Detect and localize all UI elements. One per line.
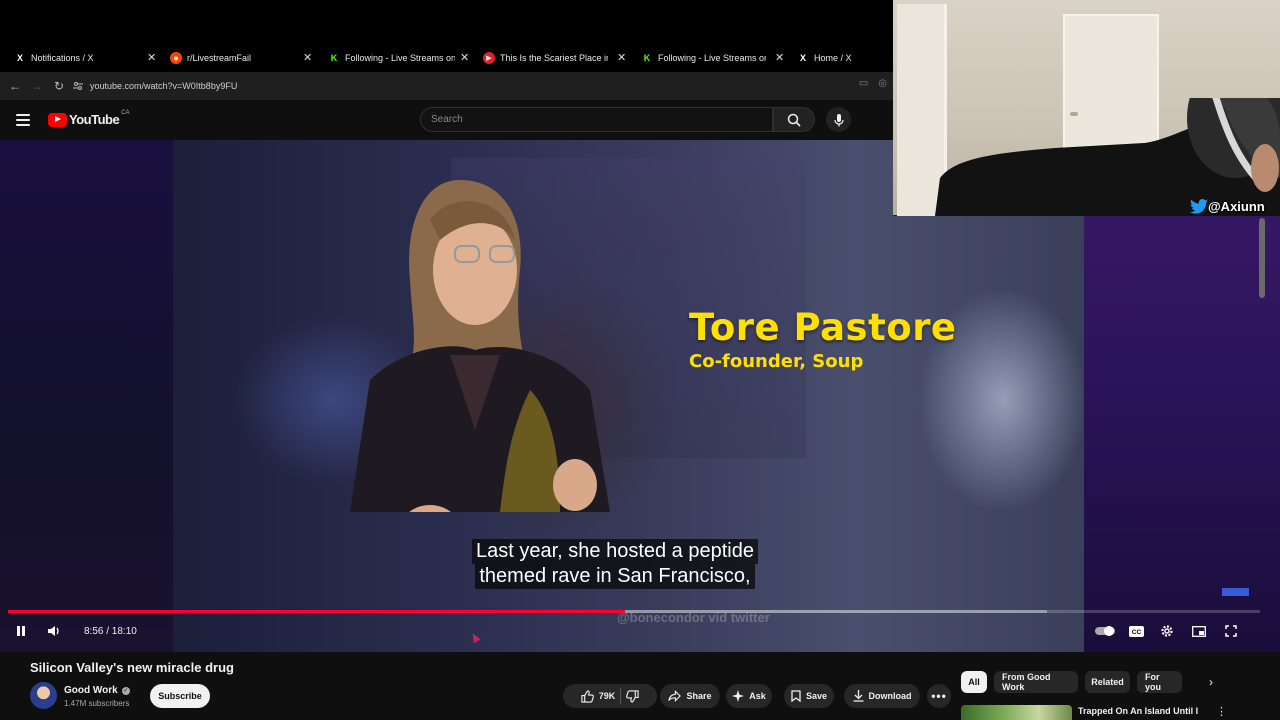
like-count[interactable]: 79K <box>599 691 616 701</box>
twitter-handle: @Axiunn <box>1208 199 1265 214</box>
download-icon <box>853 690 863 702</box>
video-letterbox-right <box>1084 140 1280 652</box>
fullscreen-button[interactable] <box>1222 622 1240 640</box>
save-button[interactable]: Save <box>784 684 834 708</box>
forward-arrow-icon[interactable]: → <box>26 75 48 97</box>
play-logo-icon <box>48 112 67 127</box>
twitter-handle-tag: @Axiunn <box>1190 199 1265 214</box>
channel-name[interactable]: Good Work ✓ <box>64 685 130 696</box>
pause-icon <box>17 626 25 636</box>
tab-livestreamfail[interactable]: ● r/LivestreamFail ✕ <box>170 49 315 67</box>
thumbs-down-icon[interactable] <box>626 689 639 703</box>
captions-button[interactable]: CC <box>1127 622 1145 640</box>
search-box <box>420 107 773 132</box>
thumbs-up-icon[interactable] <box>581 689 594 703</box>
corner-badge <box>1222 588 1249 596</box>
interviewee-figure <box>350 180 610 512</box>
voice-search-button[interactable] <box>826 107 851 132</box>
verified-check-icon: ✓ <box>121 686 130 695</box>
youtube-icon: ▶ <box>483 52 495 64</box>
close-icon[interactable]: ✕ <box>617 51 626 64</box>
chip-all[interactable]: All <box>961 671 987 693</box>
pause-button[interactable] <box>12 622 30 640</box>
kick-icon: K <box>330 53 338 63</box>
reddit-icon: ● <box>170 52 182 64</box>
recommendation-title[interactable]: Trapped On An Island Until I <box>1078 706 1198 716</box>
fullscreen-icon <box>1225 625 1237 637</box>
volume-button[interactable] <box>45 622 63 640</box>
progress-played <box>8 610 626 613</box>
x-icon: X <box>799 53 806 63</box>
autoplay-toggle[interactable] <box>1094 622 1116 640</box>
tab-scariest-place[interactable]: ▶ This Is the Scariest Place in The ✕ <box>483 49 627 67</box>
eye-off-icon[interactable]: ◎ <box>878 78 887 89</box>
time-display: 8:56 / 18:10 <box>84 626 137 637</box>
share-button[interactable]: Share <box>660 684 720 708</box>
miniplayer-icon <box>1192 625 1206 637</box>
back-arrow-icon[interactable]: ← <box>4 75 26 97</box>
tab-kick-following-2[interactable]: K Following - Live Streams on Kick ✕ <box>641 49 785 67</box>
lower-third-name-card: Tore Pastore Co-founder, Soup <box>689 306 957 372</box>
chip-from-good-work[interactable]: From Good Work <box>994 671 1078 693</box>
microphone-icon <box>833 113 844 126</box>
chip-for-you[interactable]: For you <box>1137 671 1182 693</box>
youtube-logo[interactable]: YouTube CA <box>48 110 130 127</box>
x-icon: X <box>16 53 23 63</box>
close-icon[interactable]: ✕ <box>775 51 784 64</box>
page-scrollbar[interactable] <box>1259 218 1265 298</box>
bookmark-icon <box>791 690 801 702</box>
caption-line-2: themed rave in San Francisco, <box>475 564 755 589</box>
close-icon[interactable]: ✕ <box>460 51 469 64</box>
twitter-bird-icon <box>1190 199 1208 214</box>
close-icon[interactable]: ✕ <box>147 51 156 64</box>
settings-button[interactable] <box>1158 622 1176 640</box>
address-bar: ← → ↻ youtube.com/watch?v=W0Itb8by9FU ▭ … <box>0 72 893 100</box>
more-actions-button[interactable]: ••• <box>927 684 951 708</box>
close-icon[interactable]: ✕ <box>303 51 312 64</box>
share-icon <box>668 690 682 702</box>
url-text[interactable]: youtube.com/watch?v=W0Itb8by9FU <box>90 81 237 91</box>
search-input[interactable] <box>421 108 772 131</box>
overlay-name: Tore Pastore <box>689 306 957 349</box>
chevron-right-icon[interactable]: › <box>1203 674 1219 690</box>
kick-icon: K <box>643 53 651 63</box>
search-icon <box>787 113 801 127</box>
tab-strip: X Notifications / X ✕ ● r/LivestreamFail… <box>0 0 893 72</box>
reload-icon[interactable]: ↻ <box>48 75 70 97</box>
more-horizontal-icon: ••• <box>931 689 947 703</box>
recommendation-thumbnail[interactable] <box>961 705 1072 720</box>
like-divider <box>620 688 622 704</box>
site-info-icon[interactable] <box>70 75 86 97</box>
cast-icon[interactable]: ▭ <box>859 78 868 89</box>
tab-notifications-x[interactable]: X Notifications / X ✕ <box>14 49 156 67</box>
subscribe-button[interactable]: Subscribe <box>150 684 210 708</box>
search-button[interactable] <box>773 107 815 132</box>
tab-home-x[interactable]: X Home / X <box>797 49 892 67</box>
ask-button[interactable]: Ask <box>726 684 772 708</box>
hamburger-menu-icon[interactable] <box>16 114 30 126</box>
svg-text:CC: CC <box>1131 629 1141 636</box>
progress-bar[interactable] <box>8 610 1260 613</box>
tab-kick-following[interactable]: K Following - Live Streams on Kick ✕ <box>328 49 472 67</box>
channel-avatar[interactable] <box>30 682 57 709</box>
video-title: Silicon Valley's new miracle drug <box>30 660 234 675</box>
chip-related[interactable]: Related <box>1085 671 1130 693</box>
like-dislike-group: 79K <box>563 684 657 708</box>
miniplayer-button[interactable] <box>1190 622 1208 640</box>
overlay-role: Co-founder, Soup <box>689 351 864 372</box>
gear-icon <box>1161 625 1173 637</box>
sparkle-icon <box>732 690 745 702</box>
autoplay-toggle-icon <box>1095 626 1115 636</box>
more-vertical-icon[interactable]: ⋮ <box>1216 705 1227 718</box>
closed-caption: Last year, she hosted a peptide themed r… <box>472 539 758 589</box>
video-letterbox-left <box>0 140 173 652</box>
volume-icon <box>48 626 59 636</box>
subscriber-count: 1.47M subscribers <box>64 699 130 708</box>
cc-icon: CC <box>1128 625 1144 637</box>
caption-line-1: Last year, she hosted a peptide <box>472 539 758 564</box>
download-button[interactable]: Download <box>844 684 920 708</box>
